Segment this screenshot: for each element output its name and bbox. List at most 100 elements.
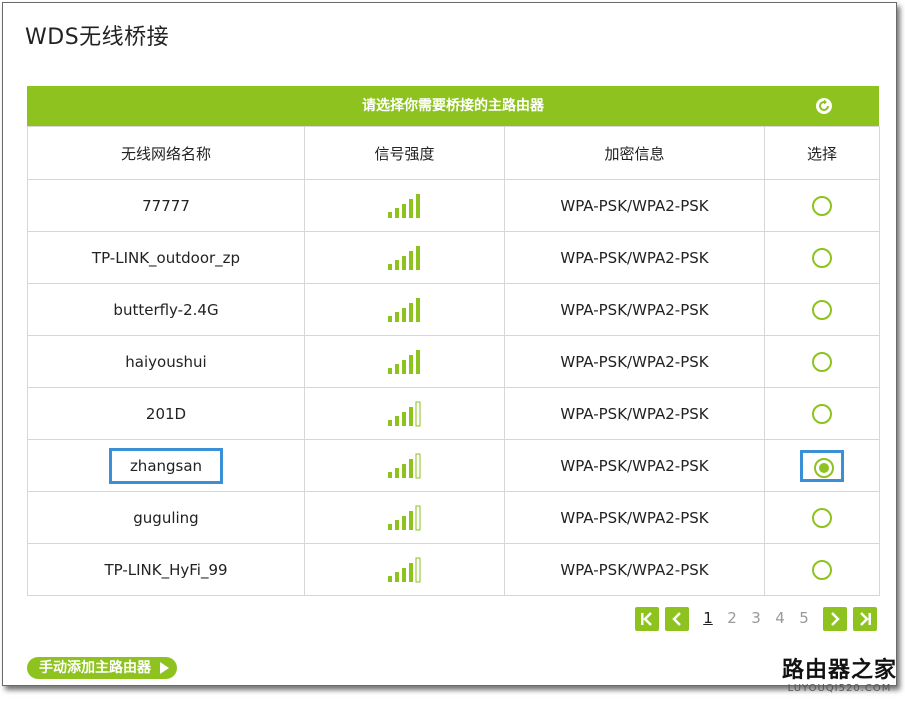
signal-bar [401, 307, 406, 322]
ssid-label: haiyoushui [125, 352, 207, 371]
security-cell: WPA-PSK/WPA2-PSK [504, 231, 765, 284]
refresh-icon[interactable] [815, 97, 833, 115]
signal-bar [408, 510, 413, 530]
signal-strength-icon [387, 245, 420, 270]
last-page-button[interactable] [853, 607, 877, 631]
table-header-title: 请选择你需要桥接的主路由器 [362, 98, 544, 114]
signal-cell [304, 179, 505, 232]
signal-bar [415, 297, 420, 322]
security-cell: WPA-PSK/WPA2-PSK [504, 439, 765, 492]
first-page-button[interactable] [635, 607, 659, 631]
next-page-button[interactable] [823, 607, 847, 631]
ssid-cell: 201D [27, 387, 305, 440]
manual-add-label: 手动添加主路由器 [39, 660, 151, 676]
radio-button[interactable] [812, 507, 832, 528]
ssid-cell: guguling [27, 491, 305, 544]
first-page-icon [641, 612, 652, 626]
select-cell [764, 543, 880, 596]
prev-page-button[interactable] [665, 607, 689, 631]
select-cell [764, 283, 880, 336]
signal-bar [401, 567, 406, 582]
security-cell: WPA-PSK/WPA2-PSK [504, 283, 765, 336]
selection-highlight [800, 449, 844, 482]
ssid-label: TP-LINK_outdoor_zp [91, 248, 241, 267]
radio-button[interactable] [812, 351, 832, 372]
table-row[interactable]: haiyoushui WPA-PSK/WPA2-PSK [27, 335, 880, 388]
signal-cell [304, 387, 505, 440]
signal-bar [415, 349, 420, 374]
ssid-cell: 77777 [27, 179, 305, 232]
radio-button[interactable] [812, 299, 832, 320]
table-row[interactable]: butterfly-2.4G WPA-PSK/WPA2-PSK [27, 283, 880, 336]
table-row[interactable]: TP-LINK_outdoor_zp WPA-PSK/WPA2-PSK [27, 231, 880, 284]
table-row[interactable]: zhangsan WPA-PSK/WPA2-PSK [27, 439, 880, 492]
ssid-cell: zhangsan [27, 439, 305, 492]
select-cell [764, 387, 880, 440]
ssid-label: zhangsan [108, 447, 224, 484]
signal-strength-icon [387, 453, 420, 478]
select-cell [764, 491, 880, 544]
radio-button[interactable] [812, 559, 832, 580]
signal-bar [387, 471, 392, 478]
select-cell [764, 439, 880, 492]
signal-strength-icon [387, 401, 420, 426]
page-5[interactable]: 5 [797, 609, 811, 627]
security-cell: WPA-PSK/WPA2-PSK [504, 491, 765, 544]
page-title: WDS无线桥接 [25, 25, 170, 50]
site-watermark: 路由器之家 LUYOUQI520.COM [782, 659, 897, 695]
radio-button[interactable] [812, 403, 832, 424]
signal-bar [415, 453, 420, 478]
signal-bar [394, 571, 399, 582]
signal-bar [387, 263, 392, 270]
signal-bar [387, 211, 392, 218]
signal-bar [394, 259, 399, 270]
radio-button[interactable] [812, 195, 832, 216]
select-cell [764, 335, 880, 388]
page-1[interactable]: 1 [701, 609, 715, 627]
signal-bar [415, 245, 420, 270]
security-cell: WPA-PSK/WPA2-PSK [504, 179, 765, 232]
select-cell [764, 231, 880, 284]
table-row[interactable]: 77777 WPA-PSK/WPA2-PSK [27, 179, 880, 232]
page-2[interactable]: 2 [725, 609, 739, 627]
page-3[interactable]: 3 [749, 609, 763, 627]
signal-cell [304, 491, 505, 544]
radio-button[interactable] [812, 247, 832, 268]
last-page-icon [860, 612, 871, 626]
signal-bar [408, 198, 413, 218]
radio-selected[interactable] [814, 457, 834, 478]
ssid-cell: butterfly-2.4G [27, 283, 305, 336]
scan-table-panel: 请选择你需要桥接的主路由器 无线网络名称 信号强度 加密信息 选择 77777 W… [27, 86, 880, 596]
watermark-name: 路由器之家 [781, 658, 897, 683]
signal-bar [387, 575, 392, 582]
table-row[interactable]: TP-LINK_HyFi_99 WPA-PSK/WPA2-PSK [27, 543, 880, 596]
signal-bar [401, 203, 406, 218]
chevron-right-icon [831, 612, 840, 626]
signal-bar [401, 255, 406, 270]
signal-cell [304, 283, 505, 336]
manual-add-router-button[interactable]: 手动添加主路由器 [27, 657, 177, 679]
signal-bar [415, 557, 420, 582]
chevron-left-icon [672, 612, 681, 626]
column-header-ssid: 无线网络名称 [27, 126, 305, 180]
signal-strength-icon [387, 557, 420, 582]
signal-bar [408, 302, 413, 322]
signal-bar [387, 523, 392, 530]
page-4[interactable]: 4 [773, 609, 787, 627]
signal-bar [408, 406, 413, 426]
ssid-label: guguling [133, 508, 199, 527]
ssid-cell: haiyoushui [27, 335, 305, 388]
table-row[interactable]: 201D WPA-PSK/WPA2-PSK [27, 387, 880, 440]
security-cell: WPA-PSK/WPA2-PSK [504, 335, 765, 388]
signal-strength-icon [387, 193, 420, 218]
column-header-select: 选择 [764, 126, 880, 180]
signal-bar [394, 467, 399, 478]
signal-bar [387, 315, 392, 322]
table-header-bar: 请选择你需要桥接的主路由器 [27, 86, 879, 126]
ssid-label: butterfly-2.4G [113, 300, 219, 319]
table-row[interactable]: guguling WPA-PSK/WPA2-PSK [27, 491, 880, 544]
dialog-frame: WDS无线桥接 请选择你需要桥接的主路由器 无线网络名称 信号强度 加密信息 选… [2, 2, 897, 686]
ssid-label: 77777 [142, 196, 190, 215]
signal-bar [415, 401, 420, 426]
signal-bar [394, 415, 399, 426]
